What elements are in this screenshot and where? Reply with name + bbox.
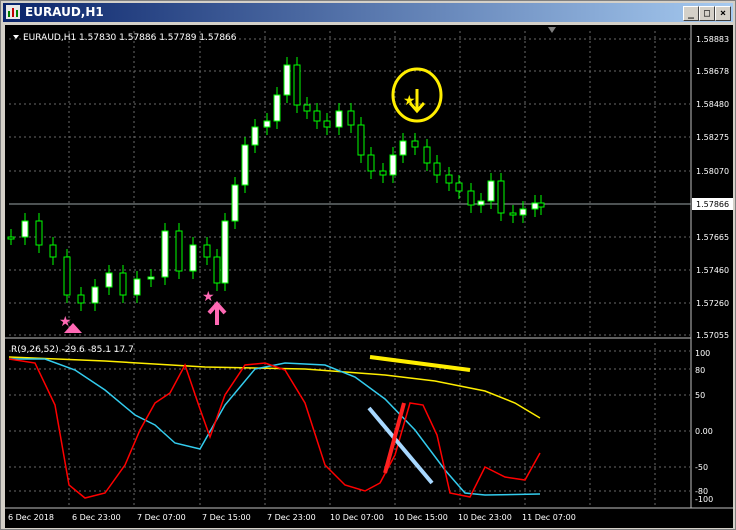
candle-body [263, 120, 271, 128]
time-label: 7 Dec 07:00 [137, 513, 186, 522]
candle-body [323, 120, 331, 128]
candle-body [487, 180, 495, 202]
candle-body [433, 162, 441, 176]
chart-header: EURAUD,H1 1.57830 1.57886 1.57789 1.5786… [23, 33, 237, 43]
price-label: 1.58678 [696, 67, 729, 76]
time-label: 7 Dec 23:00 [267, 513, 316, 522]
candle-body [213, 256, 221, 284]
candle-body [21, 220, 29, 238]
level-label: -50 [695, 463, 708, 472]
candle-body [357, 124, 365, 156]
price-grid [9, 31, 690, 336]
price-label: 1.58480 [696, 100, 729, 109]
chart-window: EURAUD,H1 _ □ × ★ ★ ★ EURAUD,H1 1.57830 … [0, 0, 736, 530]
price-label: 1.57665 [696, 233, 729, 242]
indicator-axis[interactable]: 100 80 50 0.00 -50 -80 -100 [695, 349, 713, 504]
candle-body [335, 110, 343, 128]
time-label: 10 Dec 23:00 [458, 513, 512, 522]
level-label: 80 [695, 366, 705, 375]
time-label: 6 Dec 2018 [8, 513, 54, 522]
price-label: 1.58883 [696, 35, 729, 44]
candle-body [251, 126, 259, 146]
yellow-trendline[interactable] [369, 355, 471, 372]
price-label: 1.58070 [696, 167, 729, 176]
star-icon: ★ [202, 289, 215, 305]
buy-signal-2: ★ [202, 289, 227, 325]
close-button[interactable]: × [715, 6, 731, 21]
candle-body [389, 154, 397, 176]
candle-body [221, 220, 229, 284]
candle-body [63, 256, 71, 296]
candle-body [399, 140, 407, 156]
sell-signal: ★ [391, 67, 443, 123]
candle-body [203, 244, 211, 258]
window-title: EURAUD,H1 [25, 5, 104, 19]
candle-body [347, 110, 355, 126]
time-label: 10 Dec 15:00 [394, 513, 448, 522]
candle-body [161, 230, 169, 278]
candle-body [189, 244, 197, 272]
candle-body [537, 202, 545, 208]
chart-canvas[interactable]: ★ ★ ★ EURAUD,H1 1.57830 1.57886 1.57789 … [5, 25, 733, 528]
candle-body [445, 174, 453, 184]
candle-body [379, 170, 387, 176]
candle-body [531, 202, 539, 210]
candle-body [293, 64, 301, 106]
candle-body [509, 212, 517, 216]
candle-body [231, 184, 239, 222]
buy-signal-1: ★ [59, 314, 82, 333]
candle-body [455, 182, 463, 192]
indicator-grid [9, 343, 690, 505]
candle-body [77, 294, 85, 304]
candle-body [367, 154, 375, 172]
candle-body [313, 110, 321, 122]
candle-body [147, 276, 155, 280]
up-arrow-icon [207, 300, 227, 325]
time-label: 7 Dec 15:00 [202, 513, 251, 522]
price-label: 1.57260 [696, 299, 729, 308]
title-bar[interactable]: EURAUD,H1 _ □ × [3, 3, 733, 22]
level-label: 0.00 [695, 427, 713, 436]
dropdown-icon[interactable] [13, 35, 19, 39]
candlesticks [7, 57, 545, 311]
candle-body [7, 236, 15, 240]
candle-body [35, 220, 43, 246]
time-axis[interactable]: 6 Dec 2018 6 Dec 23:00 7 Dec 07:00 7 Dec… [8, 513, 576, 522]
candle-body [519, 208, 527, 216]
candle-body [175, 230, 183, 272]
minimize-button[interactable]: _ [683, 6, 699, 21]
indicator-header: R(9,26,52) -29.6 -85.1 17.7 [11, 345, 134, 355]
candle-body [119, 272, 127, 296]
level-label: -100 [695, 495, 713, 504]
candle-body [303, 104, 311, 112]
candle-body [273, 94, 281, 122]
time-label: 6 Dec 23:00 [72, 513, 121, 522]
price-label: 1.57055 [696, 331, 729, 340]
maximize-button[interactable]: □ [699, 6, 715, 21]
level-label: 100 [695, 349, 710, 358]
price-axis[interactable]: 1.58883 1.58678 1.58480 1.58275 1.58070 … [692, 35, 733, 340]
time-label: 10 Dec 07:00 [330, 513, 384, 522]
level-label: 50 [695, 391, 705, 400]
price-label: 1.57460 [696, 266, 729, 275]
current-price-label: 1.57866 [696, 200, 729, 209]
chart-shift-marker[interactable] [548, 27, 556, 33]
candle-body [49, 244, 57, 258]
candle-body [477, 200, 485, 206]
chart-area[interactable]: ★ ★ ★ EURAUD,H1 1.57830 1.57886 1.57789 … [5, 25, 733, 528]
candle-body [423, 146, 431, 164]
chart-app-icon [6, 5, 20, 19]
time-label: 11 Dec 07:00 [522, 513, 576, 522]
candle-body [241, 144, 249, 186]
candle-body [283, 64, 291, 96]
candle-body [497, 180, 505, 214]
candle-body [91, 286, 99, 304]
candle-body [411, 140, 419, 148]
candle-body [133, 278, 141, 296]
price-label: 1.58275 [696, 133, 729, 142]
candle-body [105, 272, 113, 288]
candle-body [467, 190, 475, 206]
